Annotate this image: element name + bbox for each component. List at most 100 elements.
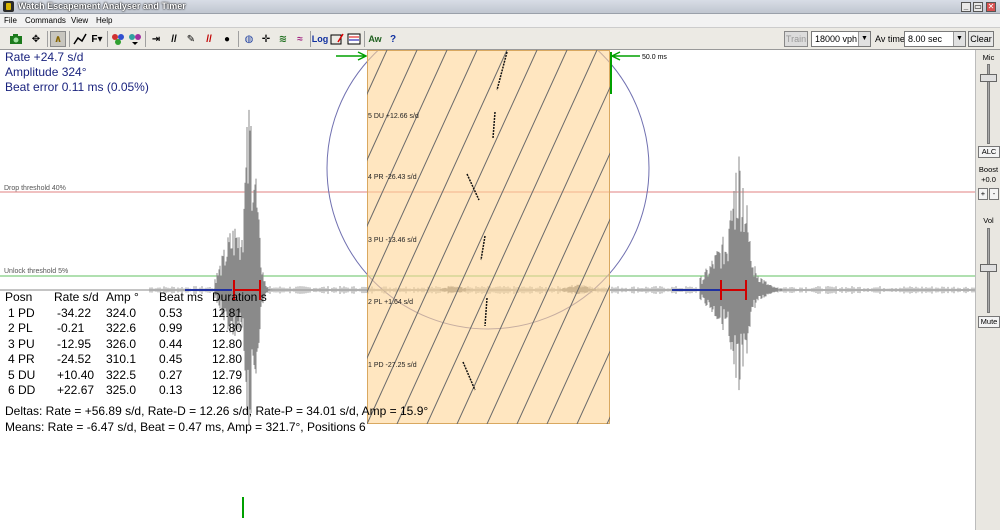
vph-value: 18000 vph <box>815 34 858 44</box>
wave-icon[interactable]: ≈ <box>292 31 308 47</box>
alc-button[interactable]: ALC <box>978 146 1000 158</box>
stylus-icon[interactable]: ✎ <box>183 31 199 47</box>
train-button[interactable]: Train <box>784 31 808 47</box>
boost-plus-button[interactable]: + <box>978 188 988 200</box>
cell-posn: 3 PU <box>8 336 35 351</box>
move-icon[interactable]: ✥ <box>28 31 44 47</box>
clear-button[interactable]: Clear <box>968 31 994 47</box>
peak-icon[interactable]: ∧ <box>50 31 66 47</box>
cell-duration: 12.80 <box>212 336 243 351</box>
cell-amp: 322.5 <box>106 367 137 382</box>
hatch-line <box>486 152 610 424</box>
graph-icon[interactable] <box>72 31 88 47</box>
menu-view[interactable]: View <box>71 16 88 25</box>
multi-chart-icon[interactable] <box>346 31 362 47</box>
vol-slider-thumb[interactable] <box>980 264 997 272</box>
log-icon[interactable]: Log <box>312 31 329 47</box>
cell-rate: -12.95 <box>57 336 92 351</box>
tick-burst <box>239 109 270 426</box>
chevron-down-icon: ▼ <box>953 32 965 46</box>
window-title: Watch Escapement Analyser and Timer <box>18 1 186 11</box>
hatch-line <box>456 86 610 424</box>
chart-edit-icon[interactable] <box>329 31 345 47</box>
rate-readout: Rate +24.7 s/d <box>5 50 84 64</box>
column-header: Rate s/d <box>54 290 99 304</box>
trace-segment <box>492 111 496 139</box>
cell-beat: 0.99 <box>159 321 183 335</box>
hatch-line <box>516 218 610 424</box>
circle-icon[interactable]: ◍ <box>241 31 257 47</box>
vol-label: Vol <box>983 216 994 225</box>
paint-filter-icon[interactable]: F▾ <box>89 31 105 47</box>
avtime-select[interactable]: 8.00 sec ▼ <box>904 31 966 47</box>
cell-amp: 325.0 <box>106 383 137 397</box>
band-position-label: 2 PL +1.64 s/d <box>368 299 414 306</box>
cell-duration: 12.80 <box>212 352 243 366</box>
cell-posn: 2 PL <box>8 321 33 335</box>
hatch-line <box>576 350 610 424</box>
aw-icon[interactable]: Aw <box>367 31 383 47</box>
palette-icon[interactable] <box>110 31 126 47</box>
plot-area[interactable]: 50.0 ms 5 DU +12.66 s/d 4 PR -26.43 s/d … <box>0 50 975 530</box>
column-header: Posn <box>5 290 33 304</box>
unlock-threshold-label: Unlock threshold 5% <box>4 268 69 275</box>
arrow-left-icon <box>610 51 640 61</box>
hatch-line <box>546 284 610 424</box>
trace-segment <box>466 173 480 201</box>
red-slash-icon[interactable]: // <box>201 31 217 47</box>
cell-posn: 4 PR <box>8 352 35 366</box>
mic-slider-thumb[interactable] <box>980 74 997 82</box>
help-icon[interactable]: ? <box>385 31 401 47</box>
means-summary: Means: Rate = -6.47 s/d, Beat = 0.47 ms,… <box>5 420 366 434</box>
amplitude-readout: Amplitude 324° <box>5 65 87 79</box>
beat-error-readout: Beat error 0.11 ms (0.05%) <box>5 80 149 94</box>
cell-beat: 0.53 <box>159 305 183 320</box>
mute-button[interactable]: Mute <box>978 316 1000 328</box>
cell-duration: 12.80 <box>212 321 243 335</box>
column-header: Duration s <box>212 290 267 304</box>
app-icon <box>3 1 14 12</box>
menu-file[interactable]: File <box>4 16 17 25</box>
cell-amp: 322.6 <box>106 321 137 335</box>
close-button[interactable]: ✕ <box>986 2 996 12</box>
avtime-value: 8.00 sec <box>908 34 943 44</box>
compress-icon[interactable]: ⇥ <box>148 31 164 47</box>
cell-rate: -34.22 <box>57 305 92 320</box>
menu-help[interactable]: Help <box>96 16 112 25</box>
cell-amp: 324.0 <box>106 305 137 320</box>
boost-label: Boost <box>978 165 999 174</box>
band-position-label: 5 DU +12.66 s/d <box>368 113 419 120</box>
minimize-button[interactable]: _ <box>961 2 971 12</box>
palette-down-icon[interactable] <box>127 31 143 47</box>
cell-duration: 12.86 <box>212 383 243 397</box>
cell-rate: +10.40 <box>57 367 95 382</box>
audio-panel: Mic ALC Boost +0.0 + - Vol Mute <box>975 50 1000 530</box>
slash-icon[interactable]: // <box>166 31 182 47</box>
mic-label: Mic <box>982 53 995 62</box>
hatch-line <box>606 416 610 424</box>
expand-icon[interactable]: ✛ <box>258 31 274 47</box>
camera-icon[interactable] <box>8 31 24 47</box>
vph-select[interactable]: 18000 vph ▼ <box>811 31 871 47</box>
cell-posn: 1 PD <box>8 305 35 320</box>
column-header: Beat ms <box>159 290 204 304</box>
arrow-right-icon <box>336 51 368 61</box>
band-position-label: 1 PD -27.25 s/d <box>368 362 417 369</box>
column-header: Amp ° <box>106 290 139 304</box>
cell-posn: 6 DD <box>8 383 36 397</box>
trace-segment <box>496 51 508 91</box>
chevron-down-icon: ▼ <box>858 32 870 46</box>
menu-bar: File Commands View Help <box>0 14 1000 28</box>
band-position-label: 3 PU -13.46 s/d <box>368 237 417 244</box>
trace-segment <box>480 235 486 261</box>
drop-icon[interactable]: ● <box>219 31 235 47</box>
boost-minus-button[interactable]: - <box>989 188 999 200</box>
band-position-label: 4 PR -26.43 s/d <box>368 174 417 181</box>
window-duration-label: 50.0 ms <box>642 54 667 61</box>
spectrum-icon[interactable]: ≋ <box>275 31 291 47</box>
title-bar: Watch Escapement Analyser and Timer _ ▭ … <box>0 0 1000 14</box>
cell-beat: 0.44 <box>159 336 183 351</box>
menu-commands[interactable]: Commands <box>25 16 66 25</box>
cell-rate: -0.21 <box>57 321 85 335</box>
maximize-button[interactable]: ▭ <box>973 2 983 12</box>
